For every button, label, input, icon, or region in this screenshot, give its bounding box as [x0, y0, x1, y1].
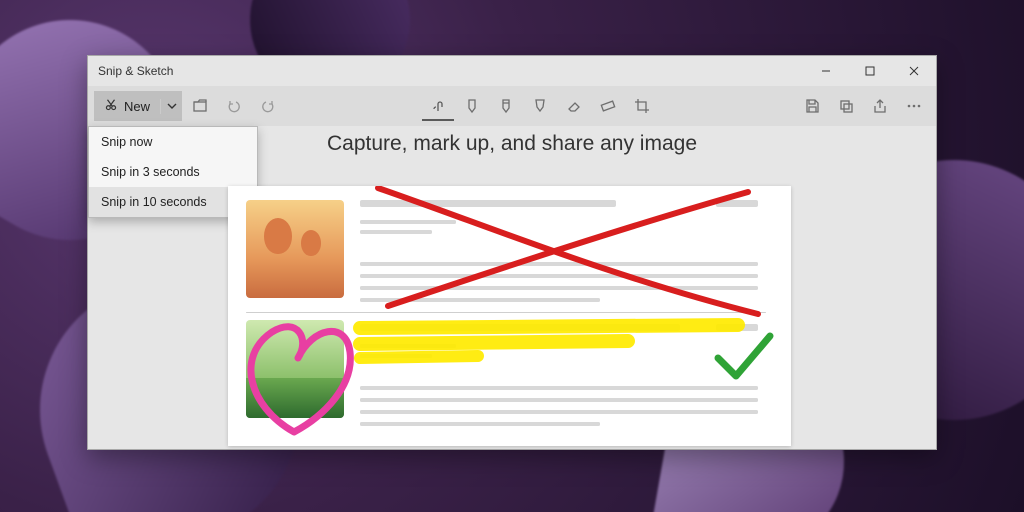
sample-thumbnail-1	[246, 200, 344, 298]
new-split-button[interactable]: New	[94, 91, 182, 121]
chevron-down-icon	[167, 99, 177, 114]
checkmark-annotation	[718, 336, 770, 376]
copy-button[interactable]	[830, 91, 862, 121]
sample-thumbnail-2	[246, 320, 344, 418]
desktop-wallpaper: Snip & Sketch	[0, 0, 1024, 512]
maximize-button[interactable]	[848, 56, 892, 86]
pencil-button[interactable]	[490, 91, 522, 121]
open-file-button[interactable]	[184, 91, 216, 121]
redo-button[interactable]	[252, 91, 284, 121]
toolbar: New	[88, 86, 936, 126]
undo-button[interactable]	[218, 91, 250, 121]
crop-button[interactable]	[626, 91, 658, 121]
menu-item-label: Snip in 10 seconds	[101, 195, 207, 209]
ruler-button[interactable]	[592, 91, 624, 121]
new-dropdown-caret[interactable]	[160, 99, 182, 114]
menu-item-label: Snip now	[101, 135, 152, 149]
title-bar: Snip & Sketch	[88, 56, 936, 86]
new-snip-icon	[104, 98, 118, 115]
menu-item-label: Snip in 3 seconds	[101, 165, 200, 179]
share-button[interactable]	[864, 91, 896, 121]
window-controls	[804, 56, 936, 86]
sample-canvas	[228, 186, 791, 446]
minimize-button[interactable]	[804, 56, 848, 86]
more-button[interactable]	[898, 91, 930, 121]
highlighter-button[interactable]	[524, 91, 556, 121]
eraser-button[interactable]	[558, 91, 590, 121]
save-button[interactable]	[796, 91, 828, 121]
new-button[interactable]: New	[94, 98, 160, 115]
menu-item-snip-3s[interactable]: Snip in 3 seconds	[89, 157, 257, 187]
app-window: Snip & Sketch	[87, 55, 937, 450]
touch-writing-button[interactable]	[422, 91, 454, 121]
new-button-label: New	[124, 99, 150, 114]
window-title: Snip & Sketch	[98, 64, 173, 78]
ballpoint-pen-button[interactable]	[456, 91, 488, 121]
close-button[interactable]	[892, 56, 936, 86]
menu-item-snip-now[interactable]: Snip now	[89, 127, 257, 157]
